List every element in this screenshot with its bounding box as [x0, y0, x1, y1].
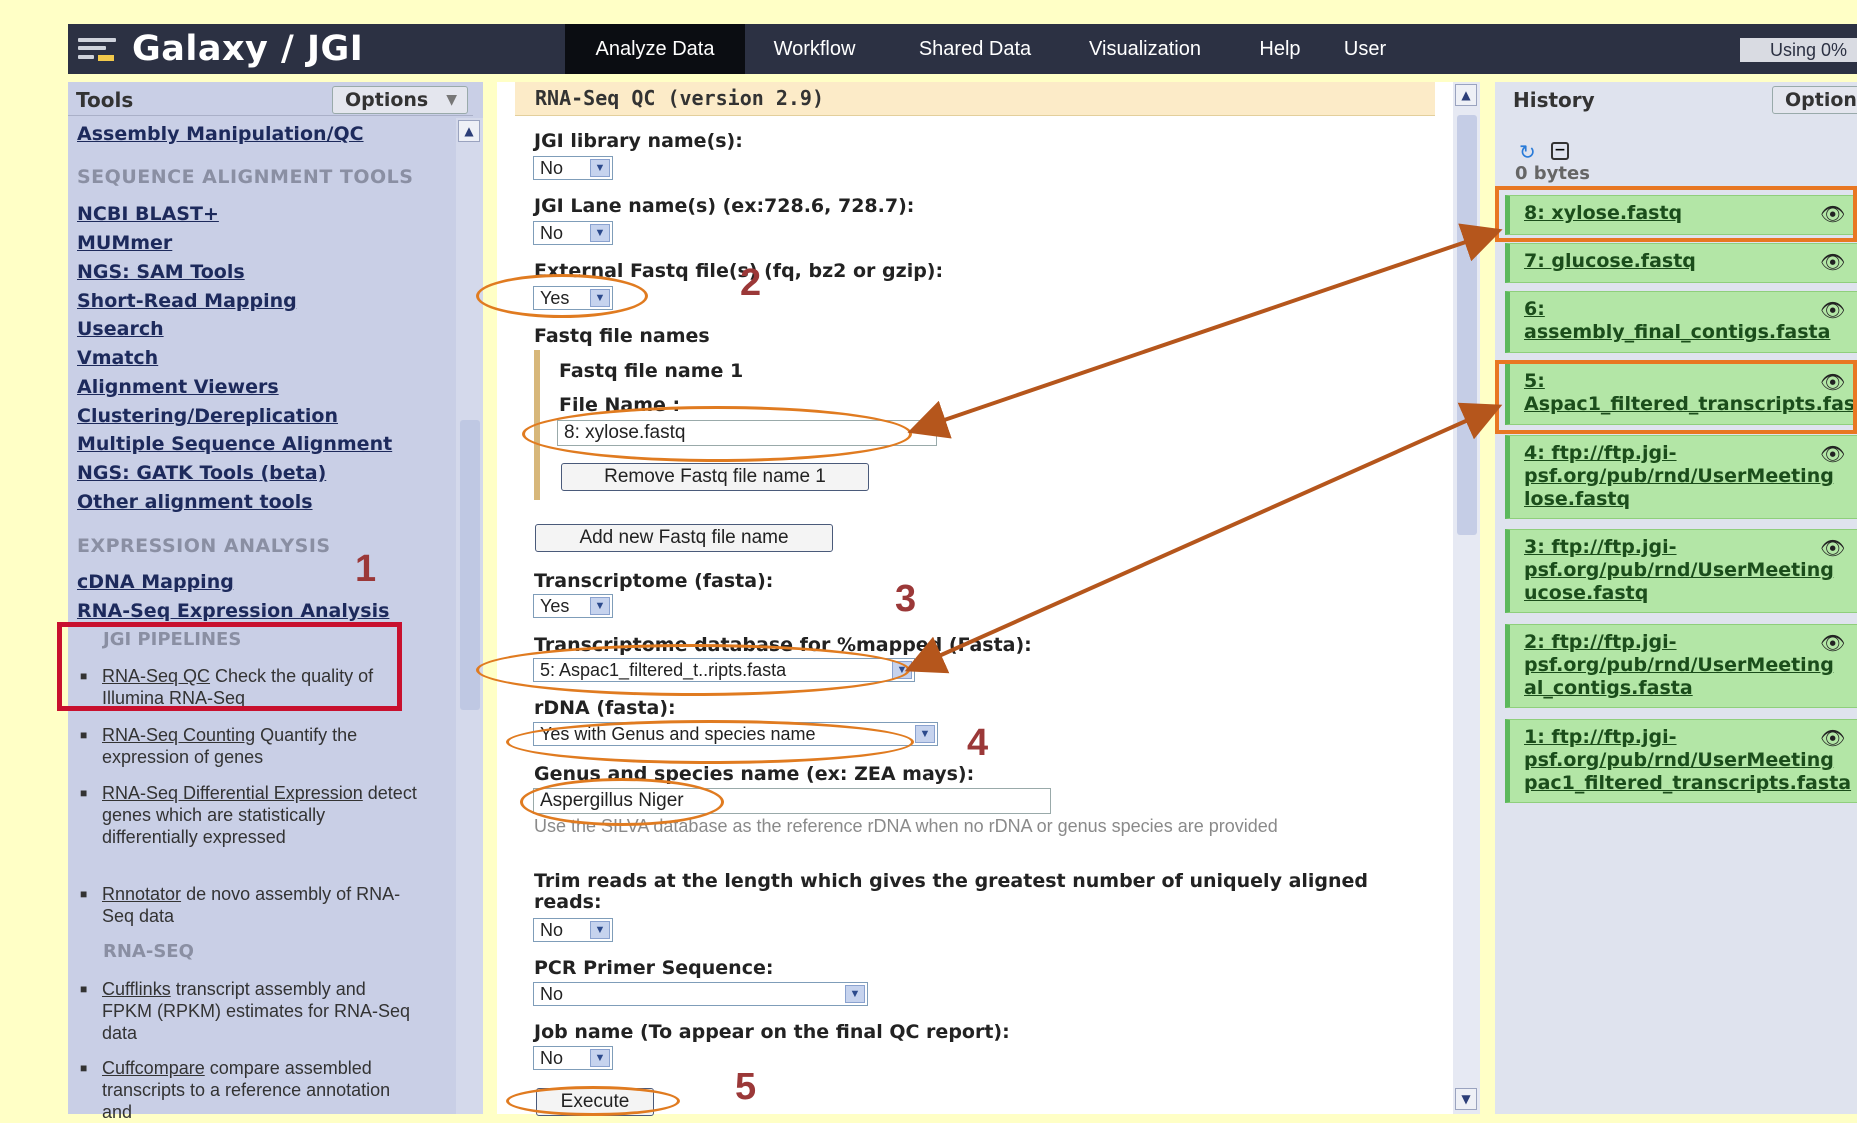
annotation-arrows: [904, 223, 1503, 674]
arrow-file-to-history-8: [907, 223, 1503, 439]
arrow-transcriptome-to-history-5: [904, 402, 1503, 674]
